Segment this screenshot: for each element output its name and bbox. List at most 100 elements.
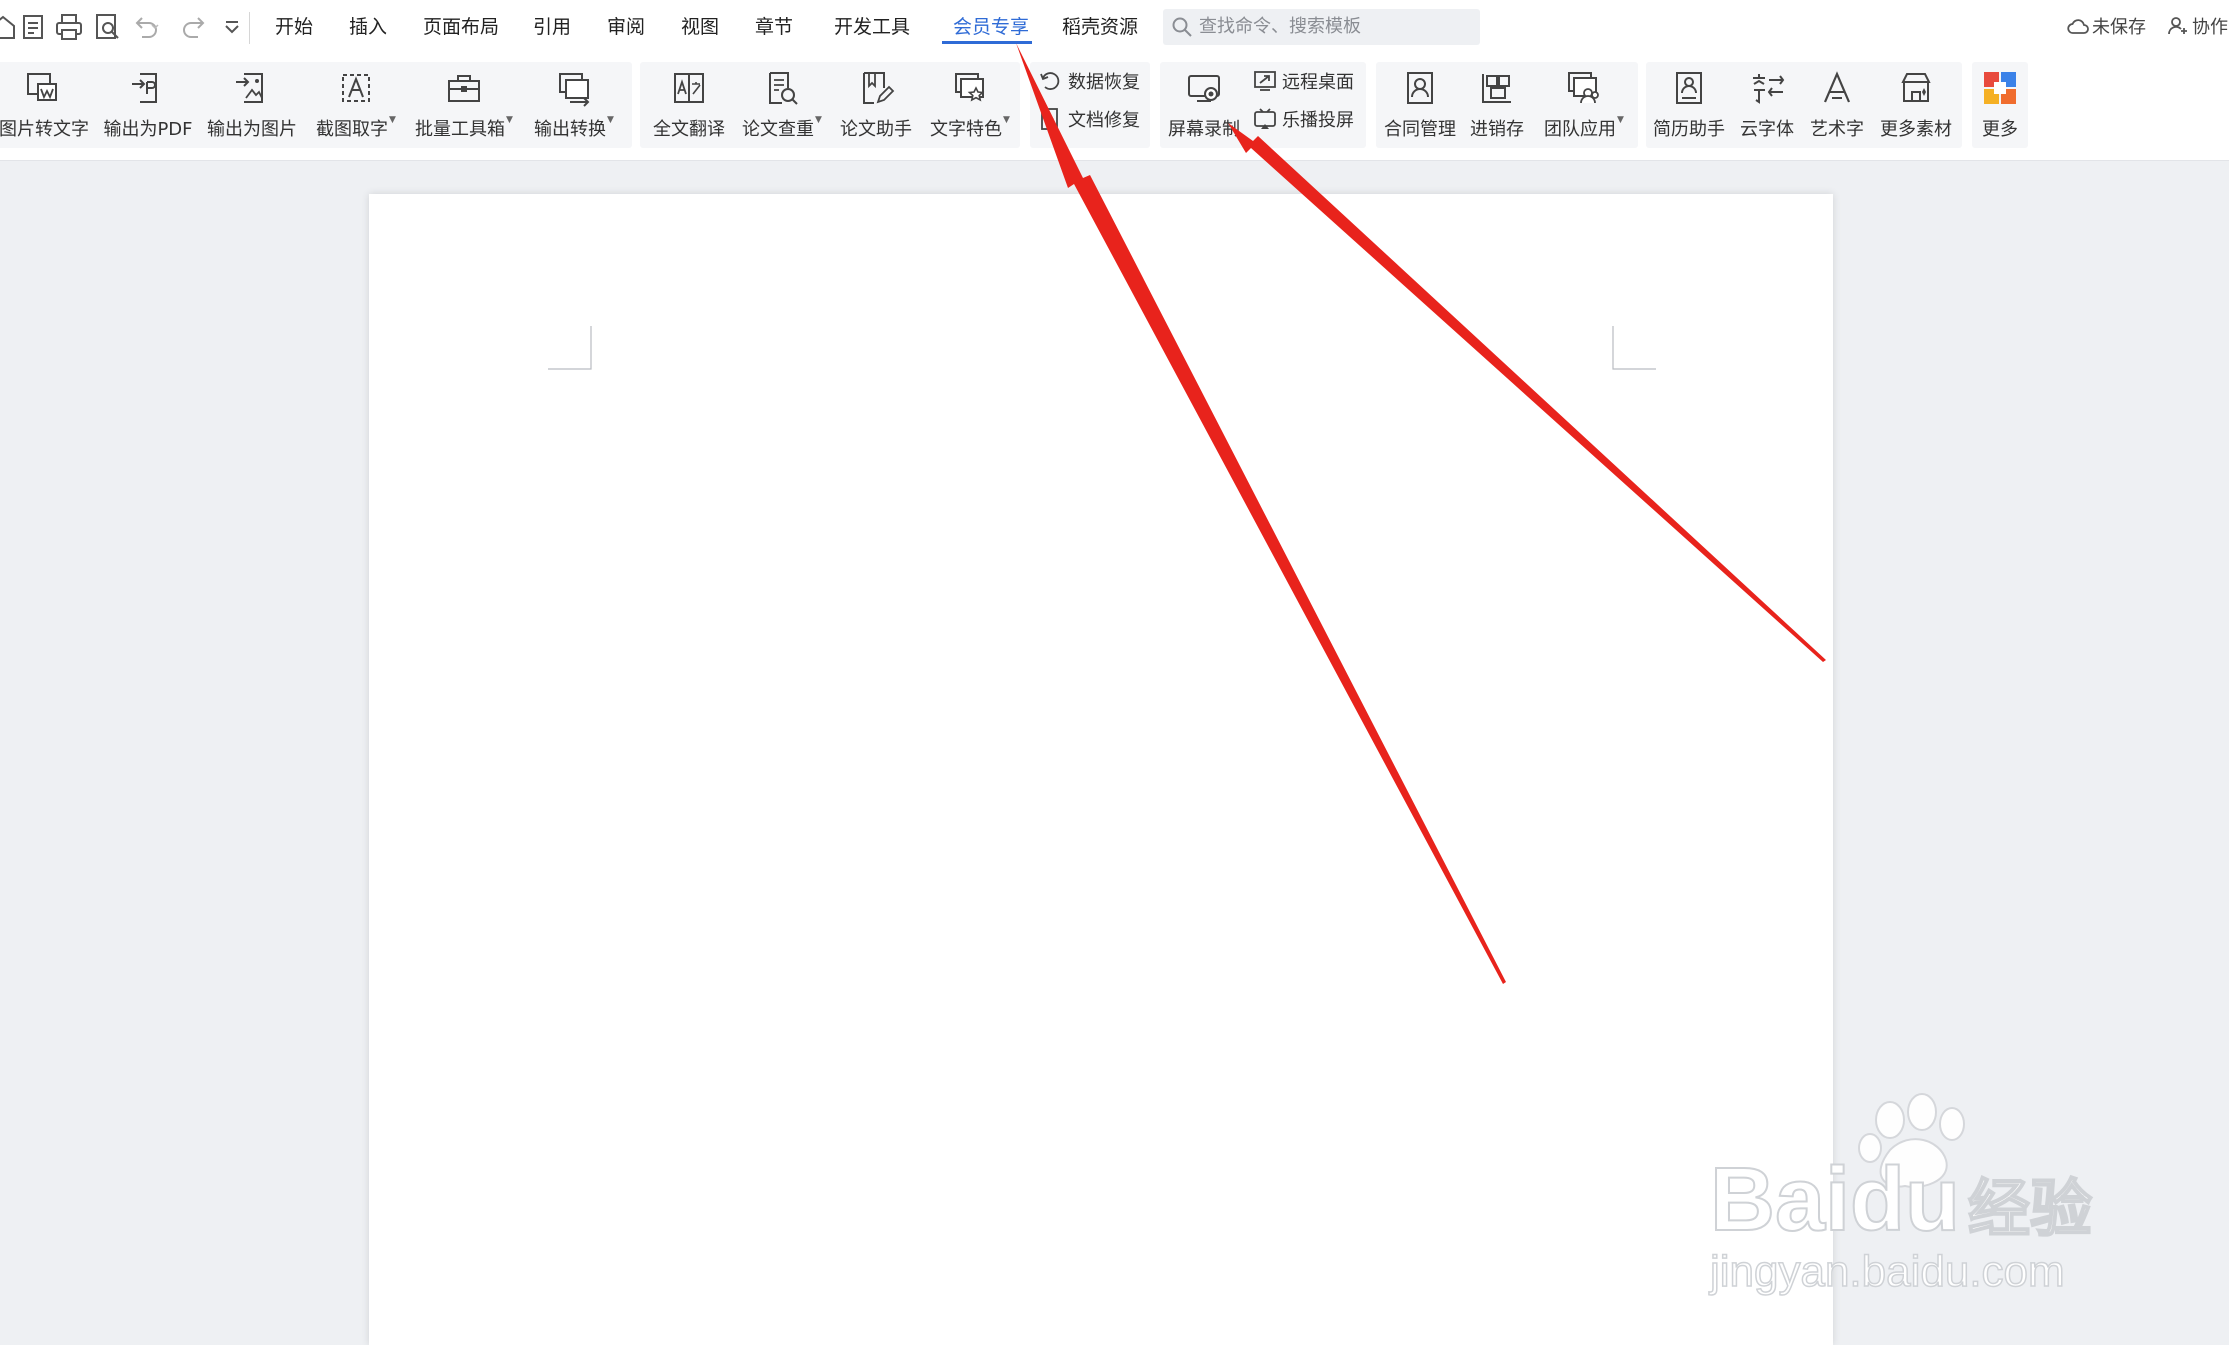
inventory-label: 进销存 <box>1470 119 1524 140</box>
export-pdf-button[interactable]: 输出为PDF <box>100 62 196 148</box>
export-pdf-icon <box>128 68 168 108</box>
screenshot-ocr-icon <box>336 68 376 108</box>
word-art-button[interactable]: 艺术字 <box>1802 62 1872 148</box>
cloud-font-button[interactable]: 云字体 <box>1732 62 1802 148</box>
export-image-label: 输出为图片 <box>207 119 297 140</box>
doc-repair-icon <box>1041 108 1058 130</box>
contract-management-label: 合同管理 <box>1384 119 1456 140</box>
paper-assistant-button[interactable]: 论文助手 <box>830 62 922 148</box>
screen-cast-label: 乐播投屏 <box>1282 110 1354 131</box>
doc-repair-label: 文档修复 <box>1068 110 1140 131</box>
tab-page-layout[interactable]: 页面布局 <box>423 11 499 43</box>
print-icon[interactable] <box>52 10 86 44</box>
inventory-button[interactable]: 进销存 <box>1462 62 1532 148</box>
screenshot-ocr-label: 截图取字▼ <box>316 115 396 140</box>
batch-toolbox-button[interactable]: 批量工具箱▼ <box>412 62 516 148</box>
image-to-text-icon <box>22 68 62 108</box>
toolbar-separator <box>249 12 250 44</box>
more-materials-button[interactable]: 更多素材 <box>1872 62 1960 148</box>
more-label: 更多 <box>1982 119 2018 140</box>
image-to-text-button[interactable]: 图片转文字 <box>0 62 92 148</box>
data-recovery-icon <box>1040 72 1060 90</box>
resume-assistant-label: 简历助手 <box>1653 119 1725 140</box>
new-doc-icon[interactable] <box>16 10 50 44</box>
redo-icon[interactable] <box>178 10 212 44</box>
tab-developer-tools[interactable]: 开发工具 <box>834 11 910 43</box>
export-image-icon <box>232 68 272 108</box>
screen-cast-button[interactable]: 乐播投屏 <box>1252 104 1354 138</box>
full-translate-label: 全文翻译 <box>653 119 725 140</box>
output-convert-icon <box>554 68 594 108</box>
word-art-label: 艺术字 <box>1810 119 1864 140</box>
screen-record-button[interactable]: 屏幕录制 <box>1162 62 1246 148</box>
ribbon-group-paper: 全文翻译 论文查重▼ 论文助手 文字特色▼ <box>640 62 1020 148</box>
ribbon-group-business: 合同管理 进销存 团队应用▼ <box>1376 62 1638 148</box>
output-convert-button[interactable]: 输出转换▼ <box>524 62 624 148</box>
full-translate-button[interactable]: 全文翻译 <box>644 62 734 148</box>
translate-icon <box>669 68 709 108</box>
paper-assistant-icon <box>856 68 896 108</box>
tab-chapter[interactable]: 章节 <box>755 11 793 43</box>
screen-record-icon <box>1184 68 1224 108</box>
more-materials-label: 更多素材 <box>1880 119 1952 140</box>
text-features-icon <box>950 68 990 108</box>
screen-record-label: 屏幕录制 <box>1168 119 1240 140</box>
toolbox-icon <box>444 68 484 108</box>
export-pdf-label: 输出为PDF <box>103 119 193 140</box>
plagiarism-check-button[interactable]: 论文查重▼ <box>736 62 828 148</box>
active-tab-indicator <box>942 41 1032 44</box>
remote-desktop-label: 远程桌面 <box>1282 72 1354 93</box>
contract-management-icon <box>1400 68 1440 108</box>
output-convert-label: 输出转换▼ <box>534 115 614 140</box>
tab-member-exclusive[interactable]: 会员专享 <box>953 11 1029 43</box>
collaborate-button[interactable]: 协作 <box>2166 14 2228 42</box>
resume-assistant-button[interactable]: 简历助手 <box>1646 62 1732 148</box>
plagiarism-check-icon <box>762 68 802 108</box>
ribbon-toolbar: 图片转文字 输出为PDF 输出为图片 截图取字▼ 批量工具箱▼ 输出转换▼ 全文… <box>0 56 2229 161</box>
remote-desktop-button[interactable]: 远程桌面 <box>1252 66 1354 100</box>
batch-toolbox-label: 批量工具箱▼ <box>415 115 513 140</box>
tab-start[interactable]: 开始 <box>275 11 313 43</box>
margin-corner-top-left <box>548 326 592 370</box>
image-to-text-label: 图片转文字 <box>0 119 89 140</box>
save-status-button[interactable]: 未保存 <box>2066 14 2146 42</box>
margin-corner-top-right <box>1612 326 1656 370</box>
text-features-button[interactable]: 文字特色▼ <box>924 62 1016 148</box>
data-recovery-label: 数据恢复 <box>1068 72 1140 93</box>
user-add-icon <box>2168 17 2187 35</box>
team-apps-label: 团队应用▼ <box>1544 115 1624 140</box>
collaborate-label: 协作 <box>2192 17 2228 38</box>
more-apps-icon <box>1980 68 2020 108</box>
screenshot-ocr-button[interactable]: 截图取字▼ <box>308 62 404 148</box>
watermark-cn: 经验 <box>1968 1172 2092 1245</box>
tab-docer-resources[interactable]: 稻壳资源 <box>1062 11 1138 43</box>
export-image-button[interactable]: 输出为图片 <box>204 62 300 148</box>
undo-icon[interactable] <box>128 10 162 44</box>
title-tab-bar: 开始 插入 页面布局 引用 审阅 视图 章节 开发工具 会员专享 稻壳资源 查找… <box>0 0 2229 56</box>
screen-cast-icon <box>1254 108 1276 129</box>
search-icon <box>1171 16 1193 38</box>
search-box[interactable]: 查找命令、搜索模板 <box>1163 9 1480 45</box>
ribbon-group-recovery: 数据恢复 文档修复 <box>1030 62 1150 148</box>
tab-review[interactable]: 审阅 <box>607 11 645 43</box>
more-materials-icon <box>1896 68 1936 108</box>
tab-view[interactable]: 视图 <box>681 11 719 43</box>
tab-insert[interactable]: 插入 <box>349 11 387 43</box>
more-button[interactable]: 更多 <box>1972 62 2028 148</box>
customize-icon[interactable] <box>215 10 249 44</box>
paper-assistant-label: 论文助手 <box>840 119 912 140</box>
contract-management-button[interactable]: 合同管理 <box>1378 62 1462 148</box>
ribbon-group-screen: 屏幕录制 远程桌面 乐播投屏 <box>1160 62 1366 148</box>
save-status-label: 未保存 <box>2092 17 2146 38</box>
document-page[interactable] <box>369 194 1833 1345</box>
remote-desktop-icon <box>1254 71 1276 91</box>
cloud-font-label: 云字体 <box>1740 119 1794 140</box>
doc-repair-button[interactable]: 文档修复 <box>1038 104 1140 138</box>
print-preview-icon[interactable] <box>90 10 124 44</box>
word-art-icon <box>1817 68 1857 108</box>
team-apps-button[interactable]: 团队应用▼ <box>1534 62 1634 148</box>
ribbon-group-materials: 简历助手 云字体 艺术字 更多素材 <box>1646 62 1962 148</box>
tab-references[interactable]: 引用 <box>533 11 571 43</box>
ribbon-group-more: 更多 <box>1972 62 2028 148</box>
data-recovery-button[interactable]: 数据恢复 <box>1038 66 1140 100</box>
